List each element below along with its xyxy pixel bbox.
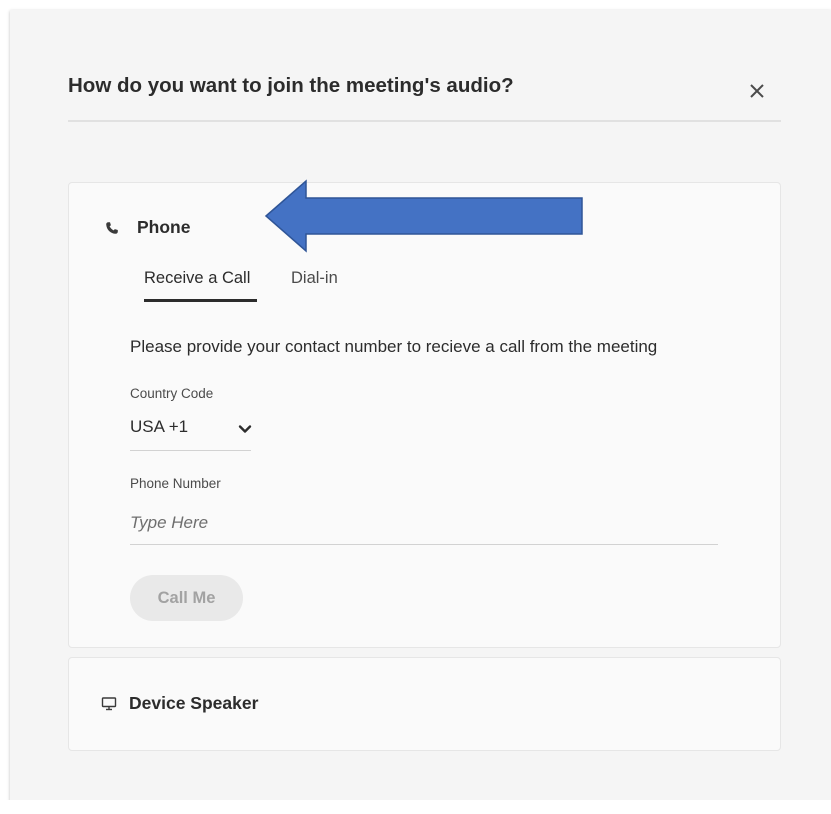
device-speaker-title: Device Speaker bbox=[129, 693, 259, 713]
monitor-icon bbox=[101, 696, 117, 712]
country-code-select[interactable]: USA +1 bbox=[130, 411, 252, 451]
device-speaker-card[interactable]: Device Speaker bbox=[68, 657, 781, 751]
phone-number-label: Phone Number bbox=[130, 476, 221, 491]
country-code-value: USA +1 bbox=[130, 417, 189, 436]
close-button[interactable] bbox=[744, 78, 770, 104]
phone-icon bbox=[105, 221, 119, 235]
background-page-strip bbox=[0, 800, 831, 814]
arrow-annotation bbox=[262, 178, 586, 254]
audio-dialog: How do you want to join the meeting's au… bbox=[10, 10, 831, 807]
tab-receive-call[interactable]: Receive a Call bbox=[144, 269, 250, 288]
close-icon bbox=[750, 84, 764, 98]
dialog-title: How do you want to join the meeting's au… bbox=[68, 74, 514, 97]
country-code-label: Country Code bbox=[130, 386, 214, 401]
phone-section-title: Phone bbox=[137, 217, 191, 237]
instruction-text: Please provide your contact number to re… bbox=[130, 337, 658, 356]
call-me-button[interactable]: Call Me bbox=[130, 575, 243, 621]
phone-number-input[interactable] bbox=[130, 501, 718, 545]
tab-dial-in[interactable]: Dial-in bbox=[291, 269, 338, 288]
active-tab-indicator bbox=[144, 299, 257, 302]
chevron-down-icon bbox=[238, 422, 252, 436]
title-divider bbox=[68, 120, 781, 122]
